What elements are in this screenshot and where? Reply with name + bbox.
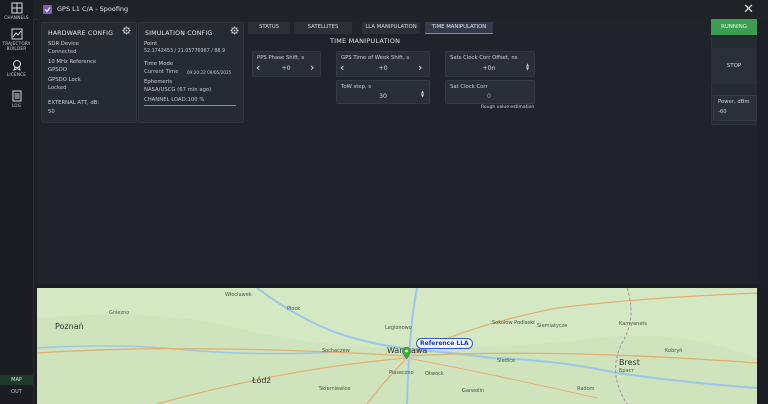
nav-channels[interactable]: CHANNELS <box>0 2 33 20</box>
map-label: Garwolin <box>462 388 485 394</box>
map-view[interactable]: Włocławek Płock Poznań Gniezno Łódź Soch… <box>37 288 757 404</box>
left-navigation: CHANNELS TRAJECTORY BUILDER LICENCE LOG … <box>0 0 34 404</box>
gps-tow-shift-box: GPS Time of Week Shift, s ‹ +0 › <box>336 51 430 77</box>
gps-tow-shift-label: GPS Time of Week Shift, s <box>341 55 410 61</box>
tab-status[interactable]: STATUS <box>248 22 290 34</box>
map-label: Otwock <box>425 371 444 377</box>
ephemeris-value: NASA/USCG (67 min ago) <box>144 87 212 93</box>
simulation-config-panel: SIMULATION CONFIG Point 52.1742453 / 21.… <box>138 22 244 123</box>
external-att-label: EXTERNAL ATT, dB: <box>48 100 100 106</box>
rough-value-label: Rough value estimation <box>481 105 535 110</box>
nav-out[interactable]: OUT <box>0 387 33 397</box>
time-mode-label: Time Mode <box>144 61 174 67</box>
channel-title: GPS L1 C/A - Spoofing <box>57 5 129 13</box>
reference-label: 10 MHz Reference <box>48 59 97 65</box>
external-att-value[interactable]: 50 <box>48 109 55 115</box>
map-label: Legionowo <box>385 325 412 331</box>
right-gutter <box>757 19 768 289</box>
reference-lla-label[interactable]: Reference LLA <box>416 338 473 349</box>
map-label: Sokołów Podlaski <box>492 320 535 326</box>
map-label: Włocławek <box>225 292 252 298</box>
stepper-arrows-icon[interactable]: ▲ ▼ <box>421 90 424 98</box>
stop-button[interactable]: STOP <box>711 48 757 84</box>
nav-map[interactable]: MAP <box>0 375 33 385</box>
sats-clock-offset-box: Sats Clock Corr Offset, ns +0n ▲ ▼ <box>445 51 535 77</box>
tow-step-label: ToW step, s <box>341 84 372 90</box>
chevron-right-icon[interactable]: › <box>310 62 314 73</box>
document-icon <box>12 90 21 102</box>
channel-load: CHANNEL LOAD:100 % <box>144 97 236 106</box>
close-icon[interactable]: ✕ <box>743 2 754 17</box>
power-box: Power, dBm -60 <box>713 95 757 121</box>
map-label: Poznań <box>55 322 84 331</box>
nav-trajectory-builder-label: TRAJECTORY BUILDER <box>2 41 31 51</box>
chevron-left-icon[interactable]: ‹ <box>256 62 260 73</box>
tow-step-value[interactable]: 30 <box>367 93 399 100</box>
map-label: Łódź <box>252 376 271 385</box>
power-value[interactable]: -60 <box>718 109 727 115</box>
time-manipulation-title: TIME MANIPULATION <box>330 37 401 45</box>
chevron-left-icon[interactable]: ‹ <box>340 62 344 73</box>
grid-icon <box>11 2 22 14</box>
gps-tow-shift-value[interactable]: +0 <box>367 65 399 72</box>
nav-licence-label: LICENCE <box>6 72 27 77</box>
gpsdo-lock-value: Locked <box>48 85 67 91</box>
running-indicator: RUNNING <box>711 19 757 35</box>
nav-channels-label: CHANNELS <box>4 15 29 20</box>
gpsdo-lock-label: GPSDO Lock <box>48 77 81 83</box>
time-value: 09:20:22 09/05/2025 <box>187 70 232 75</box>
nav-log-label: LOG <box>11 103 22 108</box>
map-label: Brest <box>619 358 640 367</box>
ephemeris-label: Ephemeris <box>144 79 173 85</box>
pps-phase-shift-value[interactable]: +0 <box>273 65 299 72</box>
tab-satellites[interactable]: SATELLITES <box>294 22 352 34</box>
nav-log[interactable]: LOG <box>0 90 33 108</box>
pps-phase-shift-label: PPS Phase Shift, s <box>257 55 305 61</box>
hardware-config-title: HARDWARE CONFIG <box>48 30 114 37</box>
tab-time-manipulation[interactable]: TIME MANIPULATION <box>425 22 493 34</box>
sdr-device-label: SDR Device <box>48 41 79 47</box>
nav-trajectory-builder[interactable]: TRAJECTORY BUILDER <box>0 28 33 51</box>
chevron-right-icon[interactable]: › <box>418 62 422 73</box>
time-mode-value: Current Time <box>144 69 179 75</box>
map-label: Gniezno <box>109 310 130 316</box>
trajectory-icon <box>11 28 22 40</box>
pps-phase-shift-box: PPS Phase Shift, s ‹ +0 › <box>252 51 321 77</box>
sat-clock-corr-label: Sat Clock Corr <box>450 84 488 90</box>
point-value: 52.1742453 / 21.05776967 / 88.9 <box>144 49 226 54</box>
map-label: Siedlce <box>497 358 516 364</box>
map-label: Брэст <box>619 368 635 374</box>
channel-header: GPS L1 C/A - Spoofing ✕ <box>33 0 768 20</box>
map-label: Płock <box>287 306 301 312</box>
map-label: Sochaczew <box>322 348 350 354</box>
map-label: Skierniewice <box>319 386 351 392</box>
tow-step-box: ToW step, s 30 ▲ ▼ <box>336 80 430 104</box>
map-label: Kamyanets <box>619 321 647 327</box>
map-label: Piaseczno <box>389 370 414 376</box>
hardware-config-panel: HARDWARE CONFIG SDR Device Connected 10 … <box>41 22 137 123</box>
simulation-config-title: SIMULATION CONFIG <box>145 30 213 37</box>
sats-clock-offset-label: Sats Clock Corr Offset, ns <box>450 55 518 61</box>
map-label: Kobryń <box>665 348 683 354</box>
gear-icon[interactable] <box>122 26 131 35</box>
power-label: Power, dBm <box>718 99 750 105</box>
nav-licence[interactable]: LICENCE <box>0 59 33 77</box>
reference-value: GPSDO <box>48 67 67 73</box>
stepper-arrows-icon[interactable]: ▲ ▼ <box>526 63 529 71</box>
gear-icon[interactable] <box>230 26 239 35</box>
map-label: Radom <box>577 386 595 392</box>
location-pin-icon[interactable] <box>402 347 411 359</box>
licence-icon <box>12 60 21 71</box>
tab-lla-manipulation[interactable]: LLA MANIPULATION <box>362 22 420 34</box>
check-icon <box>44 7 51 13</box>
sats-clock-offset-value[interactable]: +0n <box>474 65 504 72</box>
map-label: Siemiatycze <box>537 323 568 329</box>
sat-clock-corr-box: Sat Clock Corr 0 <box>445 80 535 104</box>
sdr-device-value: Connected <box>48 49 77 55</box>
sat-clock-corr-value: 0 <box>487 93 491 100</box>
point-label: Point <box>144 41 158 47</box>
channel-enabled-checkbox[interactable] <box>43 5 52 14</box>
